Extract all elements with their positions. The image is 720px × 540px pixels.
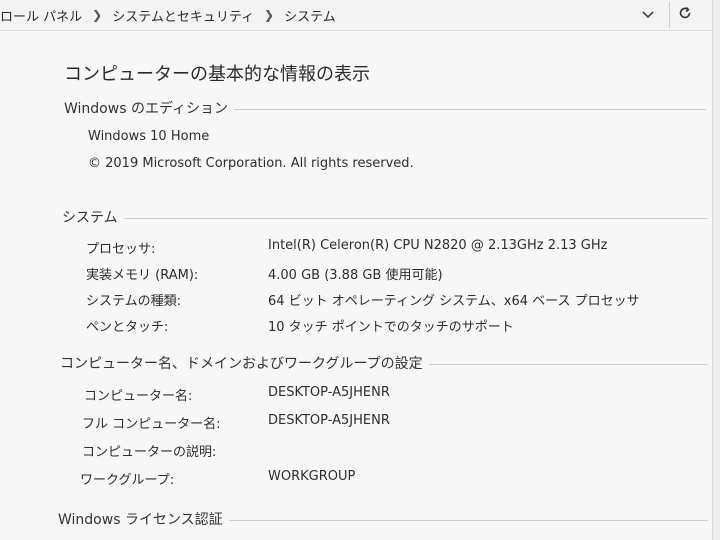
section-divider	[233, 108, 706, 110]
system-type-label: システムの種類:	[86, 294, 181, 309]
breadcrumb-system-and-security[interactable]: システムとセキュリティ	[112, 6, 254, 25]
computer-name-label: コンピューター名:	[84, 389, 193, 404]
address-dropdown-button[interactable]	[628, 2, 668, 28]
section-label: システム	[62, 210, 118, 226]
copyright-text: © 2019 Microsoft Corporation. All rights…	[88, 156, 414, 171]
section-header-system: システム	[62, 207, 708, 227]
system-control-panel-page: ロール パネル ❯ システムとセキュリティ ❯ システム コンピューターの基本的…	[0, 0, 720, 540]
full-computer-name-label: フル コンピューター名:	[82, 417, 221, 432]
section-label: Windows ライセンス認証	[58, 512, 223, 528]
breadcrumb-control-panel[interactable]: ロール パネル	[0, 6, 82, 25]
pen-touch-label: ペンとタッチ:	[86, 320, 169, 335]
edition-name: Windows 10 Home	[88, 129, 210, 144]
breadcrumb: ロール パネル ❯ システムとセキュリティ ❯ システム	[0, 0, 336, 30]
section-divider	[428, 363, 708, 365]
page-title: コンピューターの基本的な情報の表示	[64, 64, 370, 85]
system-type-value: 64 ビット オペレーティング システム、x64 ベース プロセッサ	[268, 294, 640, 309]
section-header-computer-name: コンピューター名、ドメインおよびワークグループの設定	[60, 353, 708, 373]
breadcrumb-system[interactable]: システム	[284, 6, 336, 25]
section-header-license: Windows ライセンス認証	[58, 509, 708, 529]
chevron-down-icon	[642, 8, 654, 22]
breadcrumb-separator-icon[interactable]: ❯	[92, 8, 102, 22]
section-divider	[228, 519, 708, 521]
ram-value: 4.00 GB (3.88 GB 使用可能)	[268, 268, 443, 283]
workgroup-value: WORKGROUP	[268, 469, 356, 484]
full-computer-name-value: DESKTOP-A5JHENR	[268, 413, 390, 428]
section-header-edition: Windows のエディション	[64, 98, 706, 118]
ram-label: 実装メモリ (RAM):	[86, 268, 199, 283]
window-edge	[712, 0, 720, 540]
refresh-button[interactable]	[669, 2, 700, 28]
address-bar: ロール パネル ❯ システムとセキュリティ ❯ システム	[0, 0, 720, 31]
processor-label: プロセッサ:	[86, 242, 156, 257]
computer-name-value: DESKTOP-A5JHENR	[268, 385, 390, 400]
pen-touch-value: 10 タッチ ポイントでのタッチのサポート	[268, 320, 514, 335]
processor-value: Intel(R) Celeron(R) CPU N2820 @ 2.13GHz …	[268, 238, 608, 253]
breadcrumb-separator-icon[interactable]: ❯	[264, 8, 274, 22]
section-divider	[123, 217, 708, 219]
section-label: コンピューター名、ドメインおよびワークグループの設定	[60, 356, 423, 372]
workgroup-label: ワークグループ:	[80, 473, 175, 488]
section-label: Windows のエディション	[64, 101, 228, 117]
computer-description-label: コンピューターの説明:	[82, 445, 217, 460]
refresh-icon	[678, 6, 692, 24]
